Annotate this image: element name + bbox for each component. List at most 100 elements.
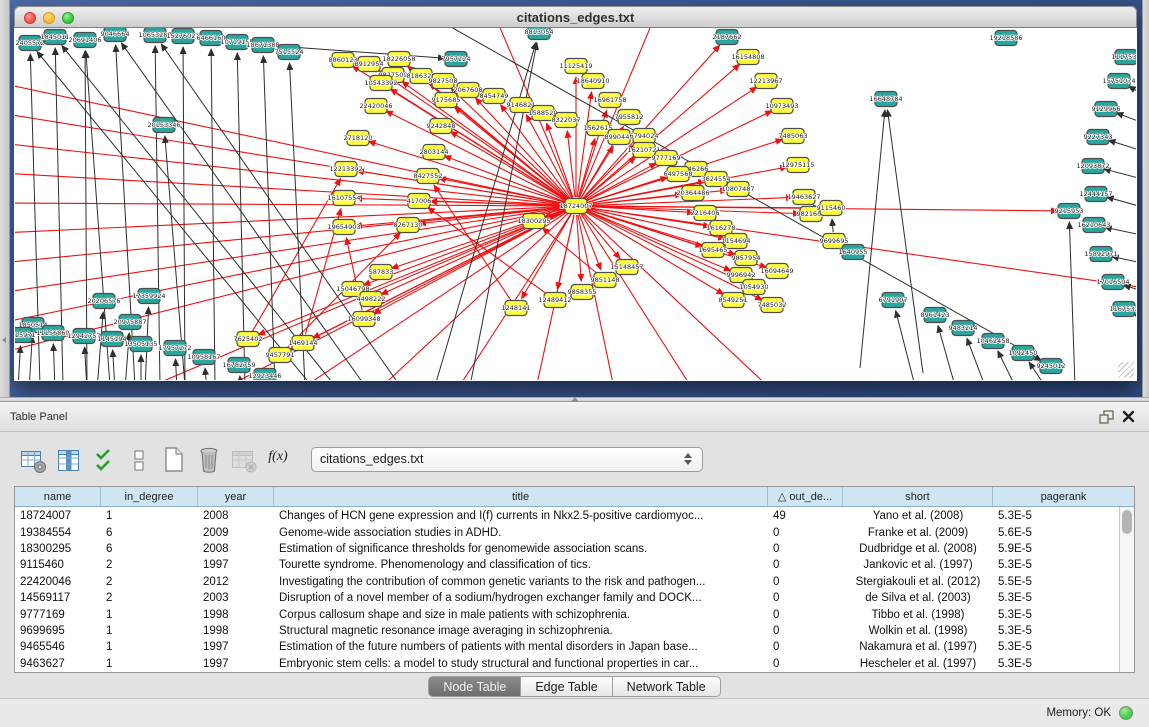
graph-node[interactable]: 12975115 (781, 158, 814, 173)
graph-node[interactable]: 9215953 (1055, 204, 1084, 219)
column-header-name[interactable]: name (15, 487, 101, 506)
delete-button[interactable] (196, 444, 222, 474)
graph-node[interactable]: 16782759 (222, 358, 255, 373)
network-canvas[interactable]: 1872400788601238912954182260589827509105… (15, 28, 1136, 380)
graph-node[interactable]: 16961758 (593, 93, 626, 108)
minimize-window-button[interactable] (43, 12, 55, 24)
graph-node[interactable]: 2718120 (344, 131, 373, 146)
table-row[interactable]: 2242004622012Investigating the contribut… (15, 574, 1119, 590)
graph-node[interactable]: 9115460 (817, 201, 846, 216)
table-row[interactable]: 1872400712008Changes of HCN gene express… (15, 508, 1119, 524)
graph-node[interactable]: 20691406 (68, 33, 101, 48)
graph-node[interactable]: 9175685 (432, 93, 461, 108)
collapse-arrow-icon[interactable] (2, 337, 6, 343)
graph-node[interactable]: 10958167 (187, 350, 220, 365)
graph-node[interactable]: 8267130 (394, 218, 423, 233)
graph-node[interactable]: 9242848 (427, 119, 456, 134)
graph-node[interactable]: 7515524 (275, 45, 304, 60)
graph-node[interactable]: 18640910 (576, 74, 609, 89)
close-window-button[interactable] (24, 12, 36, 24)
function-builder-button[interactable]: f(x) (266, 444, 292, 474)
table-row[interactable]: 1456911722003Disruption of a novel membe… (15, 590, 1119, 606)
table-row[interactable]: 911546021997Tourette syndrome. Phenomeno… (15, 557, 1119, 573)
graph-node[interactable]: 2187662 (713, 30, 742, 45)
graph-node[interactable]: 6794024 (630, 129, 659, 144)
window-titlebar[interactable]: citations_edges.txt (14, 6, 1137, 28)
graph-node[interactable]: 9046664 (101, 28, 130, 42)
unselect-all-button[interactable] (126, 444, 152, 474)
graph-node[interactable]: 1092450 (1009, 346, 1038, 361)
graph-node[interactable]: 9457791 (266, 348, 295, 363)
graph-node[interactable]: 8961423 (921, 308, 950, 323)
graph-node[interactable]: 17016504 (1096, 275, 1129, 290)
graph-node[interactable]: 7485063 (779, 129, 808, 144)
graph-node[interactable]: 12444157 (1079, 187, 1112, 202)
table-settings-button[interactable] (20, 444, 47, 474)
graph-node[interactable]: 19463627 (787, 190, 820, 205)
graph-node[interactable]: 16154808 (731, 50, 764, 65)
network-view[interactable]: 1872400788601238912954182260589827509105… (15, 28, 1136, 380)
graph-node[interactable]: 6791907 (879, 293, 908, 308)
graph-node[interactable]: 16099348 (347, 312, 380, 327)
graph-node[interactable]: 1845011 (41, 30, 70, 45)
graph-node[interactable]: 1145194 (98, 332, 127, 347)
tab-edge-table[interactable]: Edge Table (521, 676, 612, 697)
table-row[interactable]: 946362711997Embryonic stem cells: a mode… (15, 656, 1119, 672)
graph-node[interactable]: 417006 (407, 194, 432, 209)
network-window[interactable]: citations_edges.txt 18724007886012389129… (14, 6, 1137, 381)
graph-node[interactable]: 1640955 (839, 245, 868, 260)
graph-node[interactable]: 12213967 (749, 74, 782, 89)
zoom-window-button[interactable] (62, 12, 74, 24)
column-header-in_degree[interactable]: in_degree (101, 487, 198, 506)
graph-node[interactable]: 15892971 (1084, 247, 1117, 262)
graph-node[interactable]: 16210643 (1077, 218, 1110, 233)
window-resize-grip[interactable] (1118, 362, 1134, 378)
graph-node[interactable]: 1695465 (699, 243, 728, 258)
graph-node[interactable]: 8427552 (414, 169, 443, 184)
graph-node[interactable]: 11125419 (559, 59, 592, 74)
graph-node[interactable]: 1248141 (502, 301, 531, 316)
graph-node[interactable]: 9858355 (568, 285, 597, 300)
graph-node[interactable]: 15751074 (1102, 74, 1135, 89)
graph-node[interactable]: 8860123 (329, 53, 358, 68)
new-document-button[interactable] (161, 444, 187, 474)
graph-node[interactable]: 7625402 (234, 332, 263, 347)
graph-node[interactable]: 4498222 (357, 292, 386, 307)
graph-node[interactable]: 587833 (369, 265, 394, 280)
table-select-dropdown[interactable]: citations_edges.txt (311, 447, 703, 472)
column-header-title[interactable]: title (274, 487, 768, 506)
graph-node[interactable]: 9857954 (732, 251, 761, 266)
vertical-scrollbar[interactable] (1119, 507, 1134, 672)
select-all-button[interactable] (91, 444, 117, 474)
graph-node[interactable]: 10462458 (976, 334, 1009, 349)
graph-node[interactable]: 8322037 (552, 113, 581, 128)
graph-node[interactable]: 3915971 (15, 328, 35, 343)
delete-table-button[interactable] (231, 444, 257, 474)
graph-node[interactable]: 9483214 (949, 321, 978, 336)
graph-node[interactable]: 12942757 (67, 329, 100, 344)
graph-node[interactable]: 19218586 (989, 31, 1022, 46)
graph-node[interactable]: 8549251 (719, 293, 748, 308)
graph-node[interactable]: 7957224 (442, 52, 471, 67)
graph-node[interactable]: 8813054 (525, 28, 554, 40)
table-row[interactable]: 969969511998Structural magnetic resonanc… (15, 623, 1119, 639)
column-header-pagerank[interactable]: pagerank (993, 487, 1134, 506)
tab-node-table[interactable]: Node Table (428, 676, 521, 697)
table-row[interactable]: 977716911998Corpus callosum shape and si… (15, 606, 1119, 622)
show-columns-button[interactable] (56, 444, 82, 474)
graph-node[interactable]: 1117534 (1112, 50, 1136, 65)
graph-node[interactable]: 7955812 (615, 110, 644, 125)
column-header-out_de[interactable]: △ out_de... (768, 487, 843, 506)
graph-node[interactable]: 6497568 (664, 167, 693, 182)
scrollbar-thumb[interactable] (1122, 510, 1132, 534)
graph-node[interactable]: 12093872 (1076, 159, 1109, 174)
graph-node[interactable]: 1167533 (1110, 302, 1136, 317)
table-row[interactable]: 1938455462009Genome-wide association stu… (15, 524, 1119, 540)
graph-node[interactable]: 9777169 (652, 151, 681, 166)
graph-node[interactable]: 16648784 (869, 92, 902, 107)
graph-node[interactable]: 9227343 (1084, 130, 1113, 145)
graph-node[interactable]: 12213392 (329, 162, 362, 177)
graph-node[interactable]: 12923446 (248, 369, 281, 381)
graph-node[interactable]: 9851148 (591, 273, 620, 288)
column-header-year[interactable]: year (198, 487, 274, 506)
